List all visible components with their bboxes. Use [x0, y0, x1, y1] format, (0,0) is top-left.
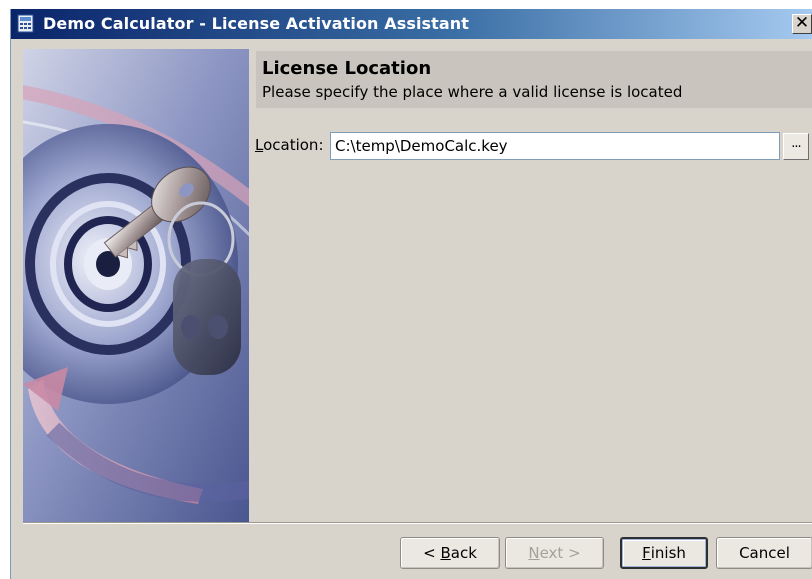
cancel-button[interactable]: Cancel	[716, 537, 812, 569]
dialog-window: Demo Calculator - License Activation Ass…	[10, 9, 812, 579]
location-label: Location:	[255, 136, 324, 154]
close-icon: ✕	[794, 13, 810, 33]
back-button-label: ack	[450, 544, 477, 562]
key-cd-illustration	[23, 49, 249, 522]
back-button[interactable]: < Back	[400, 537, 500, 569]
location-label-mnemonic: L	[255, 136, 264, 154]
close-button[interactable]: ✕	[792, 14, 812, 34]
browse-button[interactable]: ...	[783, 133, 809, 160]
page-subtitle: Please specify the place where a valid l…	[262, 83, 683, 101]
window-title: Demo Calculator - License Activation Ass…	[43, 14, 470, 33]
page-header: License Location Please specify the plac…	[256, 51, 812, 108]
page-title: License Location	[262, 58, 432, 79]
next-button[interactable]: Next >	[505, 537, 604, 569]
title-bar[interactable]: Demo Calculator - License Activation Ass…	[11, 9, 812, 39]
button-separator	[23, 522, 812, 524]
finish-button-mnemonic: F	[642, 544, 651, 562]
back-button-mnemonic: B	[440, 544, 451, 562]
back-button-prefix: <	[423, 544, 441, 562]
next-button-mnemonic: N	[528, 544, 540, 562]
next-button-label: ext >	[539, 544, 581, 562]
app-icon	[17, 14, 34, 33]
finish-button-label: inish	[650, 544, 686, 562]
location-label-text: ocation:	[263, 136, 324, 154]
finish-button[interactable]: Finish	[620, 537, 708, 569]
location-input[interactable]	[330, 132, 780, 160]
